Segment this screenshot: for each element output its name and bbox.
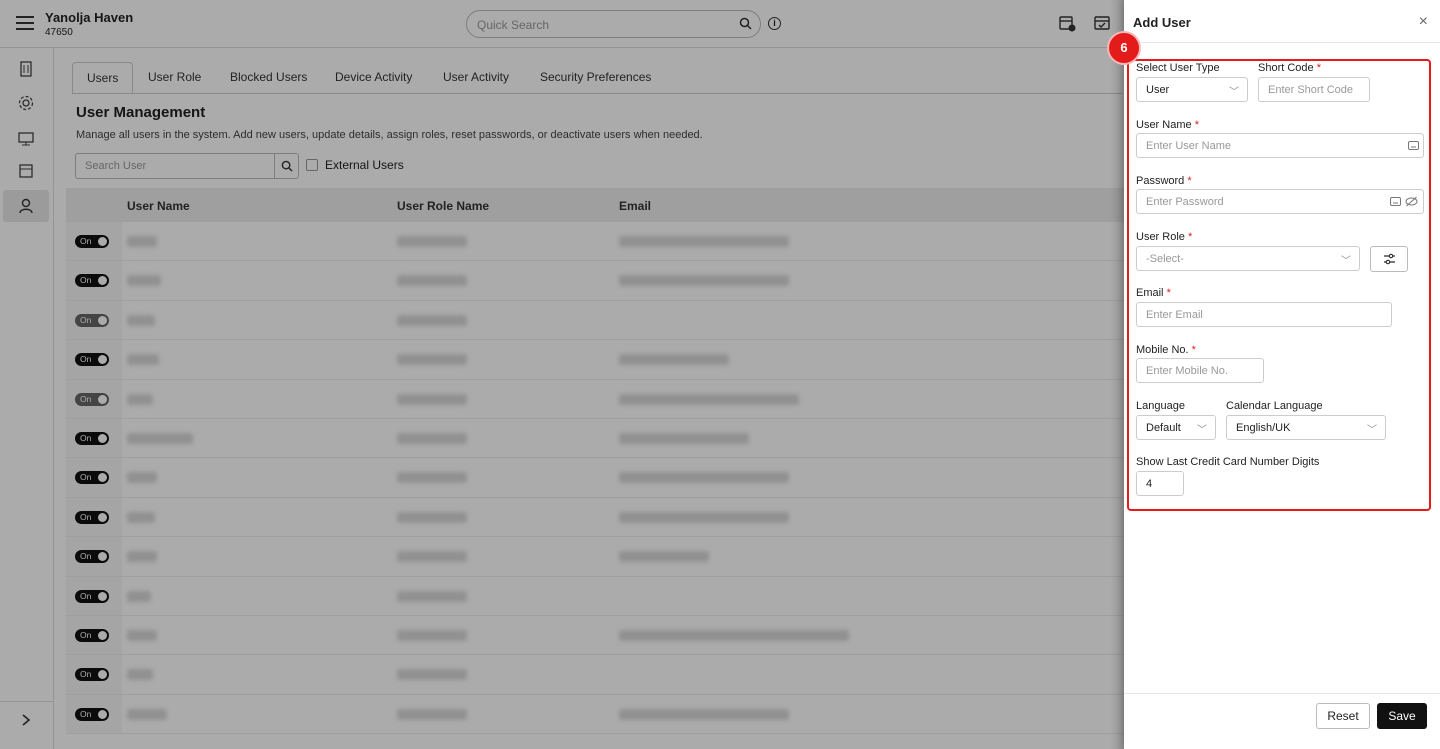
chevron-down-icon: ﹀ xyxy=(1367,425,1377,436)
cc-digits-label: Show Last Credit Card Number Digits xyxy=(1136,456,1320,468)
save-button[interactable]: Save xyxy=(1377,703,1427,729)
email-placeholder: Enter Email xyxy=(1146,309,1203,321)
email-label: Email * xyxy=(1136,287,1171,299)
eye-off-icon[interactable] xyxy=(1405,196,1418,210)
required-mark: * xyxy=(1316,62,1321,74)
user-name-input[interactable]: Enter User Name xyxy=(1136,133,1424,158)
password-label: Password * xyxy=(1136,175,1192,187)
close-icon[interactable]: × xyxy=(1419,13,1428,31)
user-type-label: Select User Type xyxy=(1136,62,1220,74)
chevron-down-icon: ﹀ xyxy=(1229,87,1239,98)
password-input[interactable]: Enter Password xyxy=(1136,189,1424,214)
chevron-down-icon: ﹀ xyxy=(1341,256,1351,267)
mobile-placeholder: Enter Mobile No. xyxy=(1146,365,1228,377)
language-select[interactable]: Default ﹀ xyxy=(1136,415,1216,440)
user-role-label: User Role * xyxy=(1136,231,1193,243)
calendar-language-select[interactable]: English/UK ﹀ xyxy=(1226,415,1386,440)
calendar-language-value: English/UK xyxy=(1236,422,1291,434)
required-mark: * xyxy=(1191,344,1196,356)
chevron-down-icon: ﹀ xyxy=(1197,425,1207,436)
drawer-divider xyxy=(1124,42,1440,43)
step-badge: 6 xyxy=(1109,33,1139,63)
required-mark: * xyxy=(1194,119,1199,131)
required-mark: * xyxy=(1187,175,1192,187)
short-code-input[interactable]: Enter Short Code xyxy=(1258,77,1370,102)
user-role-placeholder: -Select- xyxy=(1146,253,1184,265)
modal-backdrop[interactable] xyxy=(0,0,1124,749)
short-code-placeholder: Enter Short Code xyxy=(1268,84,1353,96)
sliders-icon xyxy=(1384,253,1395,265)
user-role-select[interactable]: -Select- ﹀ xyxy=(1136,246,1360,271)
drawer-footer-divider xyxy=(1124,693,1440,694)
calendar-language-label: Calendar Language xyxy=(1226,400,1323,412)
user-name-label: User Name * xyxy=(1136,119,1199,131)
user-type-value: User xyxy=(1146,84,1170,96)
required-mark: * xyxy=(1166,287,1171,299)
role-settings-button[interactable] xyxy=(1370,246,1408,272)
password-placeholder: Enter Password xyxy=(1146,196,1224,208)
required-mark: * xyxy=(1187,231,1193,243)
mobile-label: Mobile No. * xyxy=(1136,344,1196,356)
email-input[interactable]: Enter Email xyxy=(1136,302,1392,327)
user-type-select[interactable]: User ﹀ xyxy=(1136,77,1248,102)
keyboard-icon[interactable] xyxy=(1390,196,1401,210)
reset-button[interactable]: Reset xyxy=(1316,703,1370,729)
language-value: Default xyxy=(1146,422,1181,434)
add-user-drawer: Add User × 6 Select User Type User ﹀ Sho… xyxy=(1109,0,1440,749)
backdrop-edge xyxy=(1110,0,1124,749)
user-name-placeholder: Enter User Name xyxy=(1146,140,1231,152)
cc-digits-input[interactable]: 4 xyxy=(1136,471,1184,496)
keyboard-icon[interactable] xyxy=(1408,140,1419,154)
language-label: Language xyxy=(1136,400,1185,412)
mobile-input[interactable]: Enter Mobile No. xyxy=(1136,358,1264,383)
short-code-label: Short Code * xyxy=(1258,62,1321,74)
drawer-title: Add User xyxy=(1133,15,1191,30)
cc-digits-value: 4 xyxy=(1146,478,1153,490)
